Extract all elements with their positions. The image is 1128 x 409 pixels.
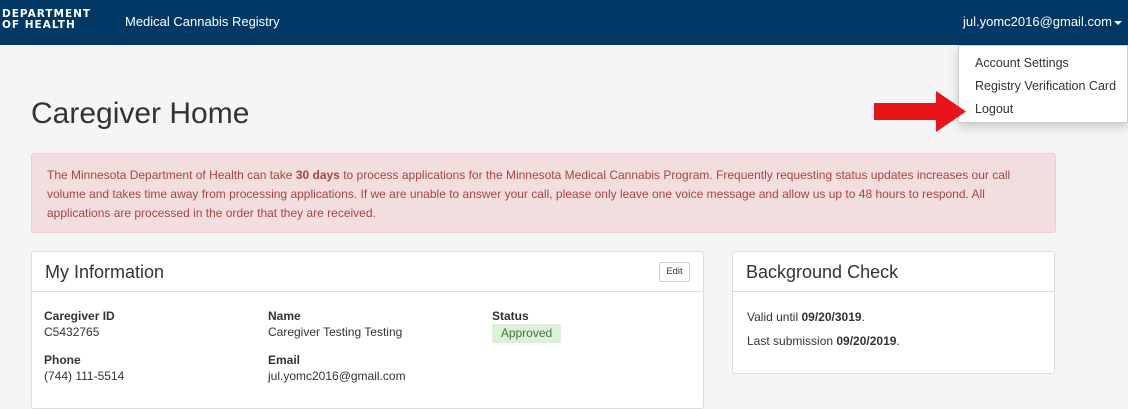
caregiver-id-label: Caregiver ID <box>44 309 115 323</box>
edit-button[interactable]: Edit <box>659 262 690 282</box>
my-information-title: My Information <box>45 262 165 282</box>
alert-bold-days: 30 days <box>295 168 340 182</box>
name-value: Caregiver Testing Testing <box>268 325 403 339</box>
menu-item-account-settings[interactable]: Account Settings <box>975 56 1069 70</box>
valid-until-prefix: Valid until <box>747 310 802 324</box>
email-label: Email <box>268 353 301 367</box>
email-value: jul.yomc2016@gmail.com <box>268 369 406 383</box>
menu-item-registry-verification-card[interactable]: Registry Verification Card <box>975 79 1116 93</box>
caret-down-icon <box>1114 20 1122 25</box>
brand-line-2: OF HEALTH <box>2 19 76 31</box>
background-valid-until: Valid until 09/20/3019. <box>747 310 865 324</box>
app-title-link[interactable]: Medical Cannabis Registry <box>125 14 280 29</box>
status-badge: Approved <box>492 324 561 343</box>
alert-text-start: The Minnesota Department of Health can t… <box>47 168 296 182</box>
user-email: jul.yomc2016@gmail.com <box>962 14 1112 29</box>
red-arrow-icon <box>874 91 966 132</box>
valid-until-date: 09/20/3019 <box>801 310 862 324</box>
top-navbar: DEPARTMENT OF HEALTH Medical Cannabis Re… <box>0 0 1128 45</box>
last-submission-date: 09/20/2019 <box>836 334 897 348</box>
caregiver-id-value: C5432765 <box>44 325 100 339</box>
valid-until-suffix: . <box>861 310 865 324</box>
user-menu-toggle[interactable]: jul.yomc2016@gmail.com <box>963 14 1122 29</box>
my-information-heading: My Information Edit <box>32 252 703 292</box>
status-label: Status <box>492 309 529 323</box>
background-check-title: Background Check <box>746 262 899 282</box>
user-dropdown-menu: Account Settings Registry Verification C… <box>958 45 1128 123</box>
menu-item-logout[interactable]: Logout <box>975 102 1013 116</box>
background-last-submission: Last submission 09/20/2019. <box>747 334 900 348</box>
last-submission-prefix: Last submission <box>747 334 837 348</box>
department-of-health-logo[interactable]: DEPARTMENT OF HEALTH <box>2 9 91 31</box>
background-check-heading: Background Check <box>733 252 1054 292</box>
phone-value: (744) 111-5514 <box>44 369 125 383</box>
name-label: Name <box>268 309 301 323</box>
processing-time-alert: The Minnesota Department of Health can t… <box>31 153 1056 233</box>
phone-label: Phone <box>44 353 81 367</box>
last-submission-suffix: . <box>896 334 900 348</box>
page-title: Caregiver Home <box>31 97 250 130</box>
